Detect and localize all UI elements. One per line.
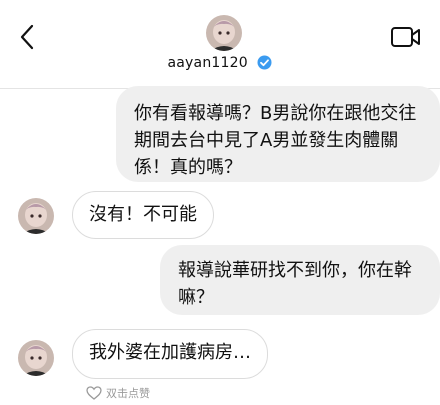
message-text: 沒有！不可能 — [89, 204, 197, 225]
message-bubble-incoming[interactable]: 我外婆在加護病房… — [72, 329, 268, 379]
contact-name-row: aayan1120 — [0, 55, 440, 71]
message-text: 報導說華研找不到你，你在幹嘛？ — [178, 260, 412, 308]
contact-avatar-small[interactable] — [18, 198, 54, 234]
message-bubble-incoming[interactable]: 沒有！不可能 — [72, 191, 214, 239]
contact-username: aayan1120 — [167, 55, 248, 71]
like-hint-label: 双击点赞 — [106, 387, 150, 400]
heart-outline-icon — [86, 386, 102, 400]
video-call-button[interactable] — [390, 24, 422, 50]
contact-avatar-small[interactable] — [18, 340, 54, 376]
message-text: 我外婆在加護病房… — [89, 342, 251, 363]
video-call-icon — [391, 27, 420, 47]
back-button[interactable] — [12, 20, 42, 54]
chevron-left-icon — [20, 24, 34, 50]
verified-badge-icon — [257, 55, 272, 70]
chat-header: aayan1120 — [0, 0, 440, 89]
double-tap-like-hint[interactable]: 双击点赞 — [86, 385, 150, 401]
message-bubble-outgoing[interactable]: 報導說華研找不到你，你在幹嘛？ — [160, 245, 440, 315]
contact-avatar[interactable] — [206, 15, 242, 51]
message-bubble-outgoing[interactable]: 你有看報導嗎？B男說你在跟他交往期間去台中見了A男並發生肉體關係！真的嗎？ — [116, 86, 440, 182]
message-text: 你有看報導嗎？B男說你在跟他交往期間去台中見了A男並發生肉體關係！真的嗎？ — [134, 103, 417, 178]
